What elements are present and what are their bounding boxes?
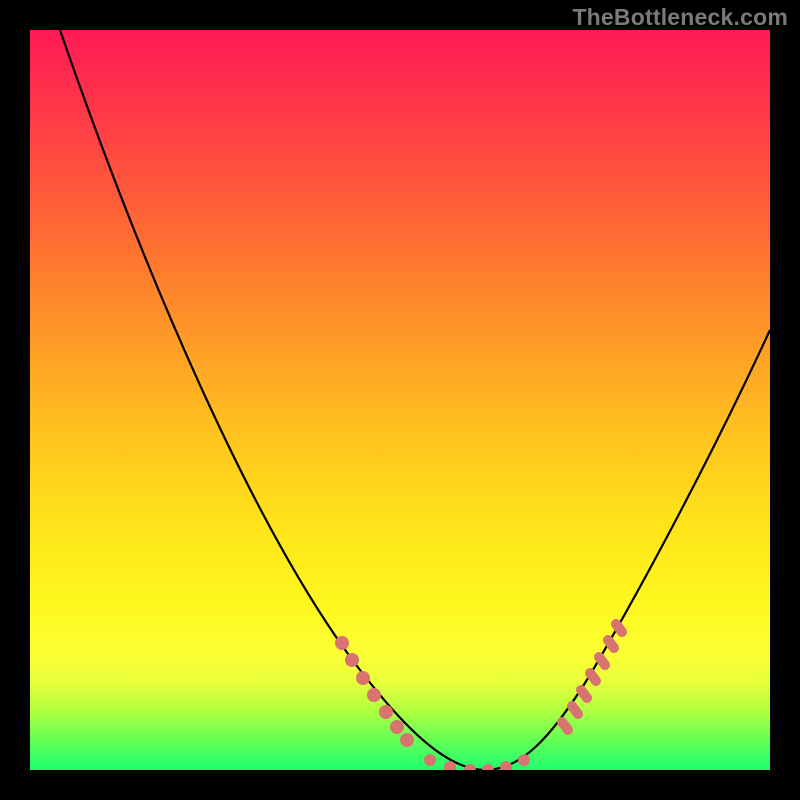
plot-area: [30, 30, 770, 770]
chart-frame: TheBottleneck.com: [0, 0, 800, 800]
curve-layer: [30, 30, 770, 770]
watermark-text: TheBottleneck.com: [572, 4, 788, 31]
right-band: [562, 624, 622, 730]
bottleneck-curve: [60, 30, 770, 770]
